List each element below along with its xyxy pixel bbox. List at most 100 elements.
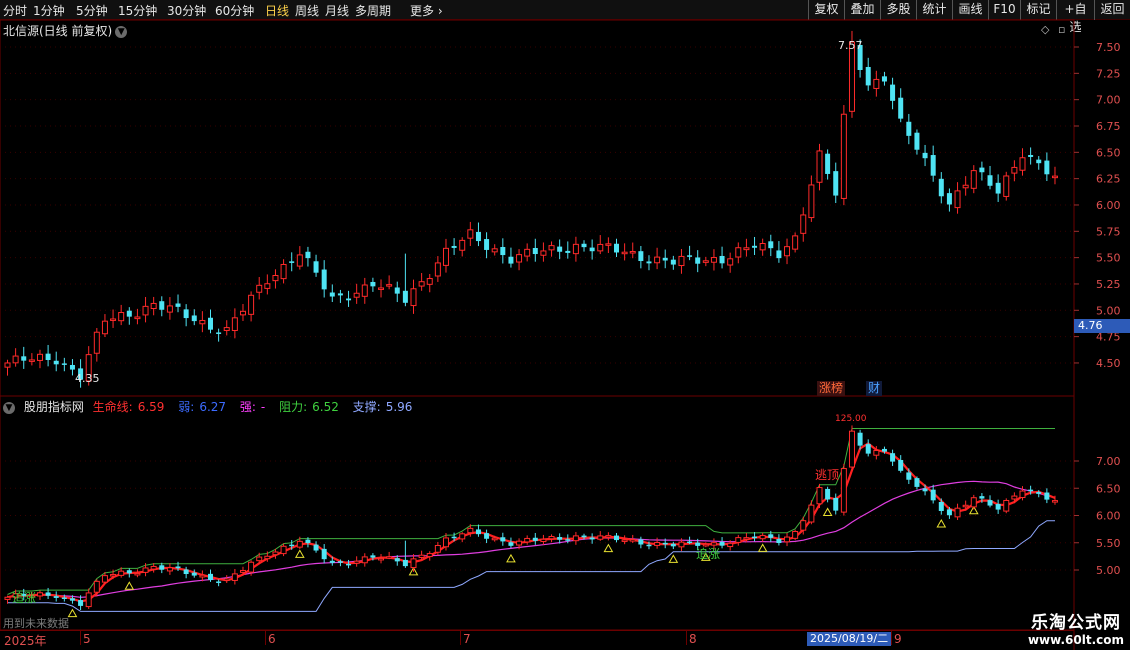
candle-body xyxy=(12,355,19,364)
candle-body xyxy=(110,573,117,577)
candle-body xyxy=(491,537,498,541)
candle-body xyxy=(321,269,327,290)
candle-body xyxy=(938,178,944,197)
candle-body xyxy=(727,542,734,548)
candle-body xyxy=(670,543,676,547)
candle-body xyxy=(491,248,498,253)
y-tick-label: 5.50 xyxy=(1096,252,1121,265)
legend-strong: 强: - xyxy=(240,400,270,414)
legend-resist-value: 6.52 xyxy=(312,400,339,414)
future-data-note: 用到未来数据 xyxy=(3,617,69,630)
settings-square-icon[interactable]: ▫ xyxy=(1058,23,1065,36)
candle-body xyxy=(36,353,43,361)
candle-body xyxy=(508,256,514,264)
candle-body xyxy=(687,255,693,257)
candle-body xyxy=(816,487,823,505)
candle-body xyxy=(654,256,661,264)
candle-body xyxy=(61,597,67,599)
candle-body xyxy=(840,468,847,513)
y-tick-label: 7.50 xyxy=(1096,41,1121,54)
candle-body xyxy=(930,489,936,501)
candle-body xyxy=(524,537,531,543)
candle-body xyxy=(199,319,206,325)
candle-body xyxy=(248,561,255,573)
candle-body xyxy=(808,504,815,523)
watermark-logo: 乐淘公式网 www.60lt.com xyxy=(1028,608,1124,647)
candle-body xyxy=(833,497,839,511)
candle-body xyxy=(938,501,944,511)
candle-body xyxy=(662,542,668,545)
candle-body xyxy=(256,556,263,562)
y-tick-label: 7.00 xyxy=(1096,94,1121,107)
candle-body xyxy=(1036,159,1042,164)
y-tick-label: 5.00 xyxy=(1096,304,1121,317)
kline-chart[interactable]: 7.50 7.25 7.00 6.75 6.50 6.25 6.00 5.75 5.50 5.25… xyxy=(0,0,1130,650)
watermark-title: 乐淘公式网 xyxy=(1030,613,1121,633)
y-tick-label: 6.50 xyxy=(1096,482,1121,495)
candle-body xyxy=(532,248,538,255)
chevron-down-icon[interactable]: ▼ xyxy=(115,25,128,38)
candle-body xyxy=(1003,175,1010,197)
candle-body xyxy=(484,239,490,250)
candle-body xyxy=(597,243,604,252)
candle-body xyxy=(78,600,84,606)
strong-line xyxy=(7,480,1056,598)
y-tick-label: 5.50 xyxy=(1096,537,1121,550)
candle-body xyxy=(313,261,319,273)
candle-body xyxy=(970,170,977,189)
escape-top-signal: 逃顶 xyxy=(815,468,839,482)
candle-body xyxy=(540,538,547,543)
candle-body xyxy=(402,559,408,567)
candle-body xyxy=(914,132,920,150)
candle-body xyxy=(840,113,847,199)
candle-body xyxy=(954,507,961,518)
finance-badge[interactable]: 财 xyxy=(866,381,883,396)
life-line xyxy=(7,442,1056,603)
legend-resist: 阻力: 6.52 xyxy=(279,400,344,414)
candle-body xyxy=(208,573,213,581)
candle-body xyxy=(906,121,912,136)
signal-triangle xyxy=(603,543,614,553)
candle-body xyxy=(442,247,449,266)
candle-body xyxy=(581,535,587,538)
candle-body xyxy=(418,554,425,558)
candle-body xyxy=(353,292,360,298)
limit-up-badge[interactable]: 涨榜 xyxy=(817,381,846,396)
candle-body xyxy=(735,537,742,543)
candle-body xyxy=(216,581,222,583)
candle-body xyxy=(792,530,799,539)
candle-body xyxy=(45,353,51,360)
candle-body xyxy=(101,320,108,335)
candle-body xyxy=(776,539,782,544)
candle-body xyxy=(629,251,636,254)
candle-body xyxy=(678,541,685,548)
candle-body xyxy=(101,575,108,583)
candle-body xyxy=(378,557,385,561)
candle-body xyxy=(719,255,725,264)
candle-body xyxy=(946,193,952,205)
chase-signal-1: 追涨 xyxy=(12,590,36,605)
candle-body xyxy=(946,509,952,516)
candle-body xyxy=(239,570,246,573)
indicator-name[interactable]: 股朋指标网 xyxy=(24,400,84,414)
candle-body xyxy=(581,243,587,248)
month-divider xyxy=(686,631,687,645)
main-price-axis: 7.50 7.25 7.00 6.75 6.50 6.25 6.00 5.75 5.50 5.25… xyxy=(0,41,1121,370)
chevron-down-icon[interactable]: ▼ xyxy=(3,401,15,414)
y-tick-label: 6.50 xyxy=(1096,146,1121,159)
candle-body xyxy=(759,243,766,251)
candle-body xyxy=(475,231,481,242)
y-tick-label: 6.25 xyxy=(1096,173,1121,186)
diamond-icon[interactable]: ◇ xyxy=(1041,23,1049,36)
candle-body xyxy=(670,259,676,265)
candle-body xyxy=(134,572,141,576)
legend-weak-label: 弱: xyxy=(178,400,195,414)
candle-body xyxy=(256,284,263,293)
y-tick-label: 4.50 xyxy=(1096,357,1121,370)
candle-body xyxy=(768,241,774,249)
candle-body xyxy=(418,281,425,287)
candle-body xyxy=(166,567,173,572)
candle-body xyxy=(557,246,563,252)
candle-body xyxy=(296,254,303,267)
candle-body xyxy=(702,260,709,263)
